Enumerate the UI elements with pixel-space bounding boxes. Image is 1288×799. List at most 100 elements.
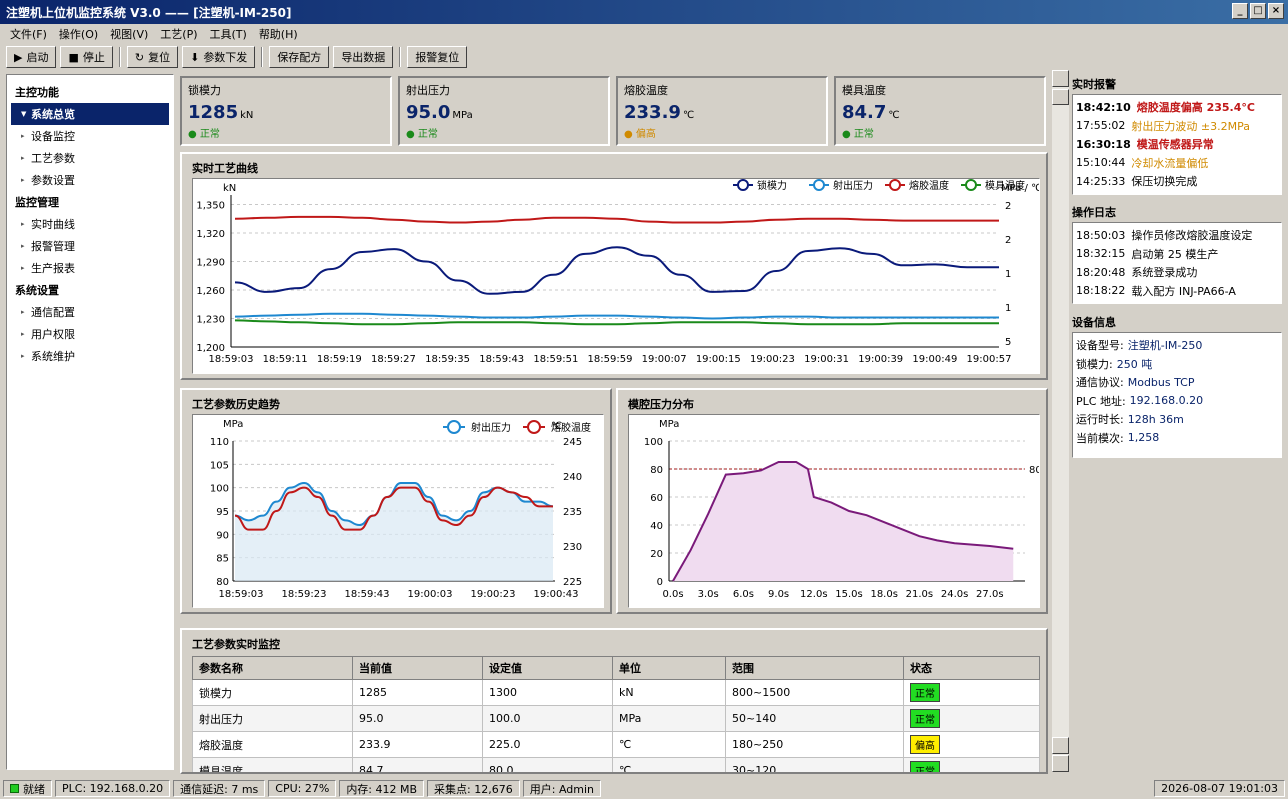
x-tick-label: 19:00:23 xyxy=(750,354,795,365)
table-cell-cur: 233.9 xyxy=(352,731,483,758)
sidebar-group-main: 主控功能 xyxy=(15,86,59,99)
bullet-icon: ▸ xyxy=(21,176,25,184)
status-badge: 正常 xyxy=(910,709,940,728)
table-cell-unit: kN xyxy=(612,679,726,706)
table-cell-status: 正常 xyxy=(903,705,1040,732)
legend-label: 射出压力 xyxy=(833,179,873,192)
table-cell-name: 射出压力 xyxy=(192,705,353,732)
x-tick-label: 18:59:23 xyxy=(282,589,327,600)
col-header[interactable]: 参数名称 xyxy=(192,656,353,680)
sidebar-item-comm[interactable]: ▸ 通信配置 xyxy=(7,301,173,323)
menu-operate[interactable]: 操作(O) xyxy=(53,26,104,42)
refresh-icon: ↻ xyxy=(134,50,145,64)
sidebar-item-params[interactable]: ▸ 参数设置 xyxy=(7,169,173,191)
right-tick-label: 2 xyxy=(1005,201,1011,212)
alarm-item[interactable]: 17:55:02 射出压力波动 ±3.2MPa xyxy=(1076,117,1278,136)
col-header[interactable]: 状态 xyxy=(903,656,1040,680)
close-button[interactable]: × xyxy=(1268,3,1284,19)
download-params-button[interactable]: ⬇ 参数下发 xyxy=(182,46,256,68)
table-row[interactable]: 熔胶温度 233.9 225.0 ℃ 180~250 偏高 xyxy=(192,731,1040,758)
kpi-status: ● 正常 xyxy=(842,129,874,140)
device-info-key: 通信协议: xyxy=(1076,376,1124,390)
col-header[interactable]: 单位 xyxy=(612,656,726,680)
y-tick-label: 95 xyxy=(216,507,229,518)
panel-title: 工艺参数历史趋势 xyxy=(192,398,280,411)
kpi-status: ● 偏高 xyxy=(624,129,656,140)
col-header[interactable]: 范围 xyxy=(725,656,904,680)
device-info-key: 锁模力: xyxy=(1076,357,1113,371)
minimize-button[interactable]: _ xyxy=(1232,3,1248,19)
device-info-value: 注塑机-IM-250 xyxy=(1127,339,1203,353)
table-cell-unit: MPa xyxy=(612,705,726,732)
toolbar-separator xyxy=(399,47,402,67)
table-cell-status: 正常 xyxy=(903,757,1040,772)
sidebar-item-maintenance[interactable]: ▸ 系统维护 xyxy=(7,345,173,367)
reset-button[interactable]: ↻ 复位 xyxy=(126,46,179,68)
maximize-button[interactable]: □ xyxy=(1250,3,1266,19)
y-tick-label: 1,230 xyxy=(196,315,225,326)
alarm-item[interactable]: 18:42:10 熔胶温度偏高 235.4°C xyxy=(1076,98,1278,117)
start-button[interactable]: ▶ 启动 xyxy=(6,46,57,68)
sidebar-item-alarms[interactable]: ▸ 报警管理 xyxy=(7,235,173,257)
stop-button[interactable]: ■ 停止 xyxy=(60,46,113,68)
history-chart: MPa ℃8085909510010511022523023524024518:5… xyxy=(210,419,591,600)
menu-tools[interactable]: 工具(T) xyxy=(204,26,253,42)
sidebar-item-overview[interactable]: ▼ 系统总览 xyxy=(11,103,169,125)
right-tick-label: 235 xyxy=(563,507,582,518)
sidebar-item-device[interactable]: ▸ 设备监控 xyxy=(7,125,173,147)
right-tick-label: 245 xyxy=(563,437,582,448)
alarm-text: 保压切换完成 xyxy=(1131,175,1198,189)
col-header[interactable]: 设定值 xyxy=(482,656,613,680)
x-tick-label: 18:59:27 xyxy=(371,354,416,365)
param-table: 参数名称 当前值 设定值 单位 范围 状态 锁模力 1285 1300 kN 800~1… xyxy=(192,656,1040,772)
status-plc: PLC: 192.168.0.20 xyxy=(55,780,171,797)
scroll-down-button[interactable] xyxy=(1052,755,1069,772)
status-badge: 正常 xyxy=(910,761,940,772)
table-row[interactable]: 锁模力 1285 1300 kN 800~1500 正常 xyxy=(192,679,1040,706)
sidebar-item-users[interactable]: ▸ 用户权限 xyxy=(7,323,173,345)
alarm-item[interactable]: 16:30:18 模温传感器异常 xyxy=(1076,135,1278,154)
menu-process[interactable]: 工艺(P) xyxy=(154,26,203,42)
cavity-chart-panel: 模腔压力分布 MPa 0 20 40 60 80 100 80 0.0s 3.0s 6.0s 9.0s… xyxy=(616,388,1048,614)
status-badge: 偏高 xyxy=(910,735,940,754)
x-tick-label: 19:00:15 xyxy=(696,354,741,365)
x-tick-label: 19:00:23 xyxy=(471,589,516,600)
main-scrollbar[interactable] xyxy=(1052,70,1069,772)
sidebar-item-process[interactable]: ▸ 工艺参数 xyxy=(7,147,173,169)
table-row[interactable]: 模具温度 84.7 80.0 ℃ 30~120 正常 xyxy=(192,757,1040,772)
sidebar-item-curves[interactable]: ▸ 实时曲线 xyxy=(7,213,173,235)
x-tick-label: 0.0s xyxy=(662,589,683,600)
oplog-item: 18:32:15 启动第 25 模生产 xyxy=(1076,245,1278,264)
menu-file[interactable]: 文件(F) xyxy=(4,26,53,42)
sidebar-item-reports[interactable]: ▸ 生产报表 xyxy=(7,257,173,279)
right-tick-label: 240 xyxy=(563,472,582,483)
save-recipe-button[interactable]: 保存配方 xyxy=(269,46,330,68)
device-info-row: PLC 地址: 192.168.0.20 xyxy=(1076,392,1278,411)
series-line xyxy=(234,312,999,320)
panel-title: 工艺参数实时监控 xyxy=(192,638,280,651)
kpi-clamp-force: 锁模力 1285 kN ● 正常 xyxy=(180,76,392,146)
alarm-item[interactable]: 14:25:33 保压切换完成 xyxy=(1076,172,1278,191)
legend-label: 熔胶温度 xyxy=(909,179,949,192)
table-cell-range: 800~1500 xyxy=(725,679,904,706)
legend-marker xyxy=(965,179,977,191)
bullet-icon: ▸ xyxy=(21,352,25,360)
col-header[interactable]: 当前值 xyxy=(352,656,483,680)
x-tick-label: 18:59:51 xyxy=(533,354,578,365)
bullet-icon: ▸ xyxy=(21,264,25,272)
scroll-thumb[interactable] xyxy=(1052,89,1069,105)
alarm-item[interactable]: 15:10:44 冷却水流量偏低 xyxy=(1076,154,1278,173)
table-row[interactable]: 射出压力 95.0 100.0 MPa 50~140 正常 xyxy=(192,705,1040,732)
device-info-title: 设备信息 xyxy=(1072,316,1116,329)
alarm-reset-button[interactable]: 报警复位 xyxy=(407,46,468,68)
device-info-value: Modbus TCP xyxy=(1127,375,1195,389)
main-area: 锁模力 1285 kN ● 正常 射出压力 95.0 MPa ● 正常 熔胶温度 2… xyxy=(178,70,1050,774)
device-info-row: 当前模次: 1,258 xyxy=(1076,429,1278,448)
y-tick-label: 1,320 xyxy=(196,229,225,240)
menu-view[interactable]: 视图(V) xyxy=(104,26,154,42)
realtime-chart-panel: 实时工艺曲线 kN MPa / ℃ 1,200 1,230 1,260 1,290 1,32… xyxy=(180,152,1048,380)
scroll-up-button[interactable] xyxy=(1052,70,1069,87)
menu-help[interactable]: 帮助(H) xyxy=(253,26,304,42)
scroll-thumb-lower[interactable] xyxy=(1052,737,1069,754)
export-data-button[interactable]: 导出数据 xyxy=(333,46,394,68)
